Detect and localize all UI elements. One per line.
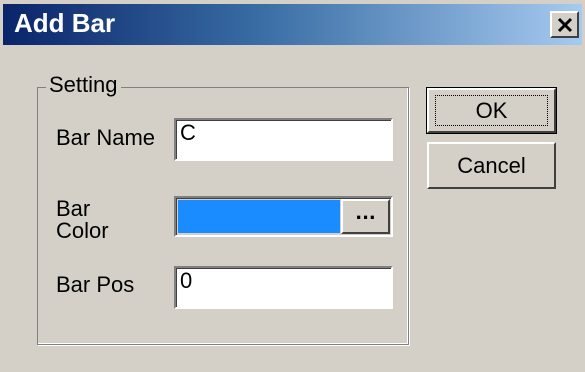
- bar-color-label: Bar Color: [56, 198, 109, 238]
- browse-color-button[interactable]: ...: [341, 199, 390, 234]
- cancel-button[interactable]: Cancel: [427, 142, 556, 189]
- window-title: Add Bar: [14, 8, 116, 38]
- bar-name-input[interactable]: C: [174, 118, 393, 161]
- bar-color-swatch[interactable]: [178, 200, 340, 233]
- bar-name-label: Bar Name: [56, 125, 156, 150]
- close-button[interactable]: [550, 11, 579, 38]
- ok-button[interactable]: OK: [426, 87, 557, 134]
- bar-color-picker[interactable]: ...: [174, 196, 393, 237]
- bar-pos-label: Bar Pos: [56, 272, 135, 297]
- add-bar-dialog: Add Bar Setting Bar Name C Bar Color ...…: [0, 0, 585, 372]
- bar-pos-input[interactable]: 0: [174, 266, 393, 309]
- focus-rect: [435, 95, 548, 126]
- cancel-button-label: Cancel: [457, 152, 526, 178]
- setting-group-label: Setting: [46, 72, 121, 98]
- close-icon: [557, 17, 572, 32]
- title-bar[interactable]: Add Bar: [3, 4, 582, 45]
